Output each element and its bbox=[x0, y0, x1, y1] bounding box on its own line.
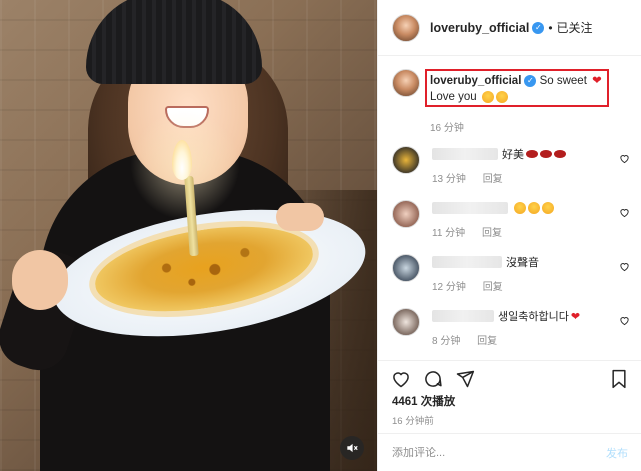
lips-icon bbox=[554, 150, 566, 158]
like-comment-icon[interactable] bbox=[619, 259, 630, 277]
like-comment-icon[interactable] bbox=[619, 151, 630, 169]
follow-status-button[interactable]: 已关注 bbox=[557, 19, 593, 36]
speaker-muted-icon[interactable] bbox=[340, 436, 364, 460]
blurred-username bbox=[432, 310, 494, 322]
comment-item: 好美 13 分钟 回复 bbox=[378, 146, 641, 200]
reply-button[interactable]: 回复 bbox=[482, 228, 502, 239]
post-video[interactable] bbox=[0, 0, 377, 471]
post-caption: loveruby_official ✓ So sweet ❤ Love you bbox=[378, 57, 641, 107]
comment-item: 생일축하합니다 ❤ 8 分钟 回复 bbox=[378, 308, 641, 359]
highlight-box bbox=[425, 69, 609, 107]
post-side-panel: loveruby_official ✓ • 已关注 loveruby_offic… bbox=[377, 0, 641, 471]
comment-time: 12 分钟 bbox=[432, 282, 466, 293]
heart-outline-icon[interactable] bbox=[388, 366, 414, 392]
comment-bubble-icon[interactable] bbox=[420, 366, 446, 392]
blurred-username bbox=[432, 202, 508, 214]
post-header: loveruby_official ✓ • 已关注 bbox=[378, 0, 641, 56]
post-timestamp: 16 分钟前 bbox=[392, 416, 434, 427]
action-icon-row bbox=[378, 361, 641, 393]
like-comment-icon[interactable] bbox=[619, 205, 630, 223]
header-username[interactable]: loveruby_official bbox=[430, 21, 529, 35]
smiling-face-icon bbox=[528, 202, 540, 214]
avatar[interactable] bbox=[392, 200, 420, 228]
comment-text: 생일축하합니다 bbox=[498, 311, 569, 323]
like-comment-icon[interactable] bbox=[619, 313, 630, 331]
paper-plane-icon[interactable] bbox=[452, 366, 478, 392]
comment-item: 沒聲音 12 分钟 回复 bbox=[378, 254, 641, 308]
add-comment-bar: 发布 bbox=[378, 433, 641, 471]
comment-time: 11 分钟 bbox=[432, 228, 466, 239]
comment-item: 11 分钟 回复 bbox=[378, 200, 641, 254]
reply-button[interactable]: 回复 bbox=[483, 282, 503, 293]
person-right-hand bbox=[276, 203, 324, 231]
blurred-username bbox=[432, 148, 498, 160]
person-beanie bbox=[86, 0, 262, 84]
caption-time: 16 分钟 bbox=[430, 123, 464, 134]
header-separator: • bbox=[548, 20, 553, 35]
bookmark-icon[interactable] bbox=[606, 366, 632, 392]
comment-time: 8 分钟 bbox=[432, 336, 461, 347]
post-comment-button[interactable]: 发布 bbox=[606, 445, 628, 461]
blurred-username bbox=[432, 256, 502, 268]
reply-button[interactable]: 回复 bbox=[483, 174, 503, 185]
lips-icon bbox=[540, 150, 552, 158]
post-actions: 4461 次播放 16 分钟前 发布 bbox=[378, 360, 641, 471]
avatar[interactable] bbox=[392, 146, 420, 174]
smiling-face-icon bbox=[514, 202, 526, 214]
smiling-face-icon bbox=[542, 202, 554, 214]
candle-flame bbox=[172, 140, 192, 180]
comment-input[interactable] bbox=[392, 447, 606, 459]
reply-button[interactable]: 回复 bbox=[477, 336, 497, 347]
comment-text: 好美 bbox=[502, 149, 524, 161]
comment-text: 沒聲音 bbox=[506, 257, 539, 269]
person-left-hand bbox=[12, 250, 68, 310]
avatar[interactable] bbox=[392, 308, 420, 336]
comment-time: 13 分钟 bbox=[432, 174, 466, 185]
caption-avatar[interactable] bbox=[392, 69, 420, 97]
verified-badge-icon: ✓ bbox=[532, 21, 545, 34]
red-heart-icon: ❤ bbox=[570, 310, 581, 323]
comments-list[interactable]: loveruby_official ✓ So sweet ❤ Love you 1… bbox=[378, 57, 641, 359]
play-count[interactable]: 4461 次播放 bbox=[378, 393, 641, 409]
avatar[interactable] bbox=[392, 254, 420, 282]
avatar[interactable] bbox=[392, 13, 420, 42]
lips-icon bbox=[526, 150, 538, 158]
